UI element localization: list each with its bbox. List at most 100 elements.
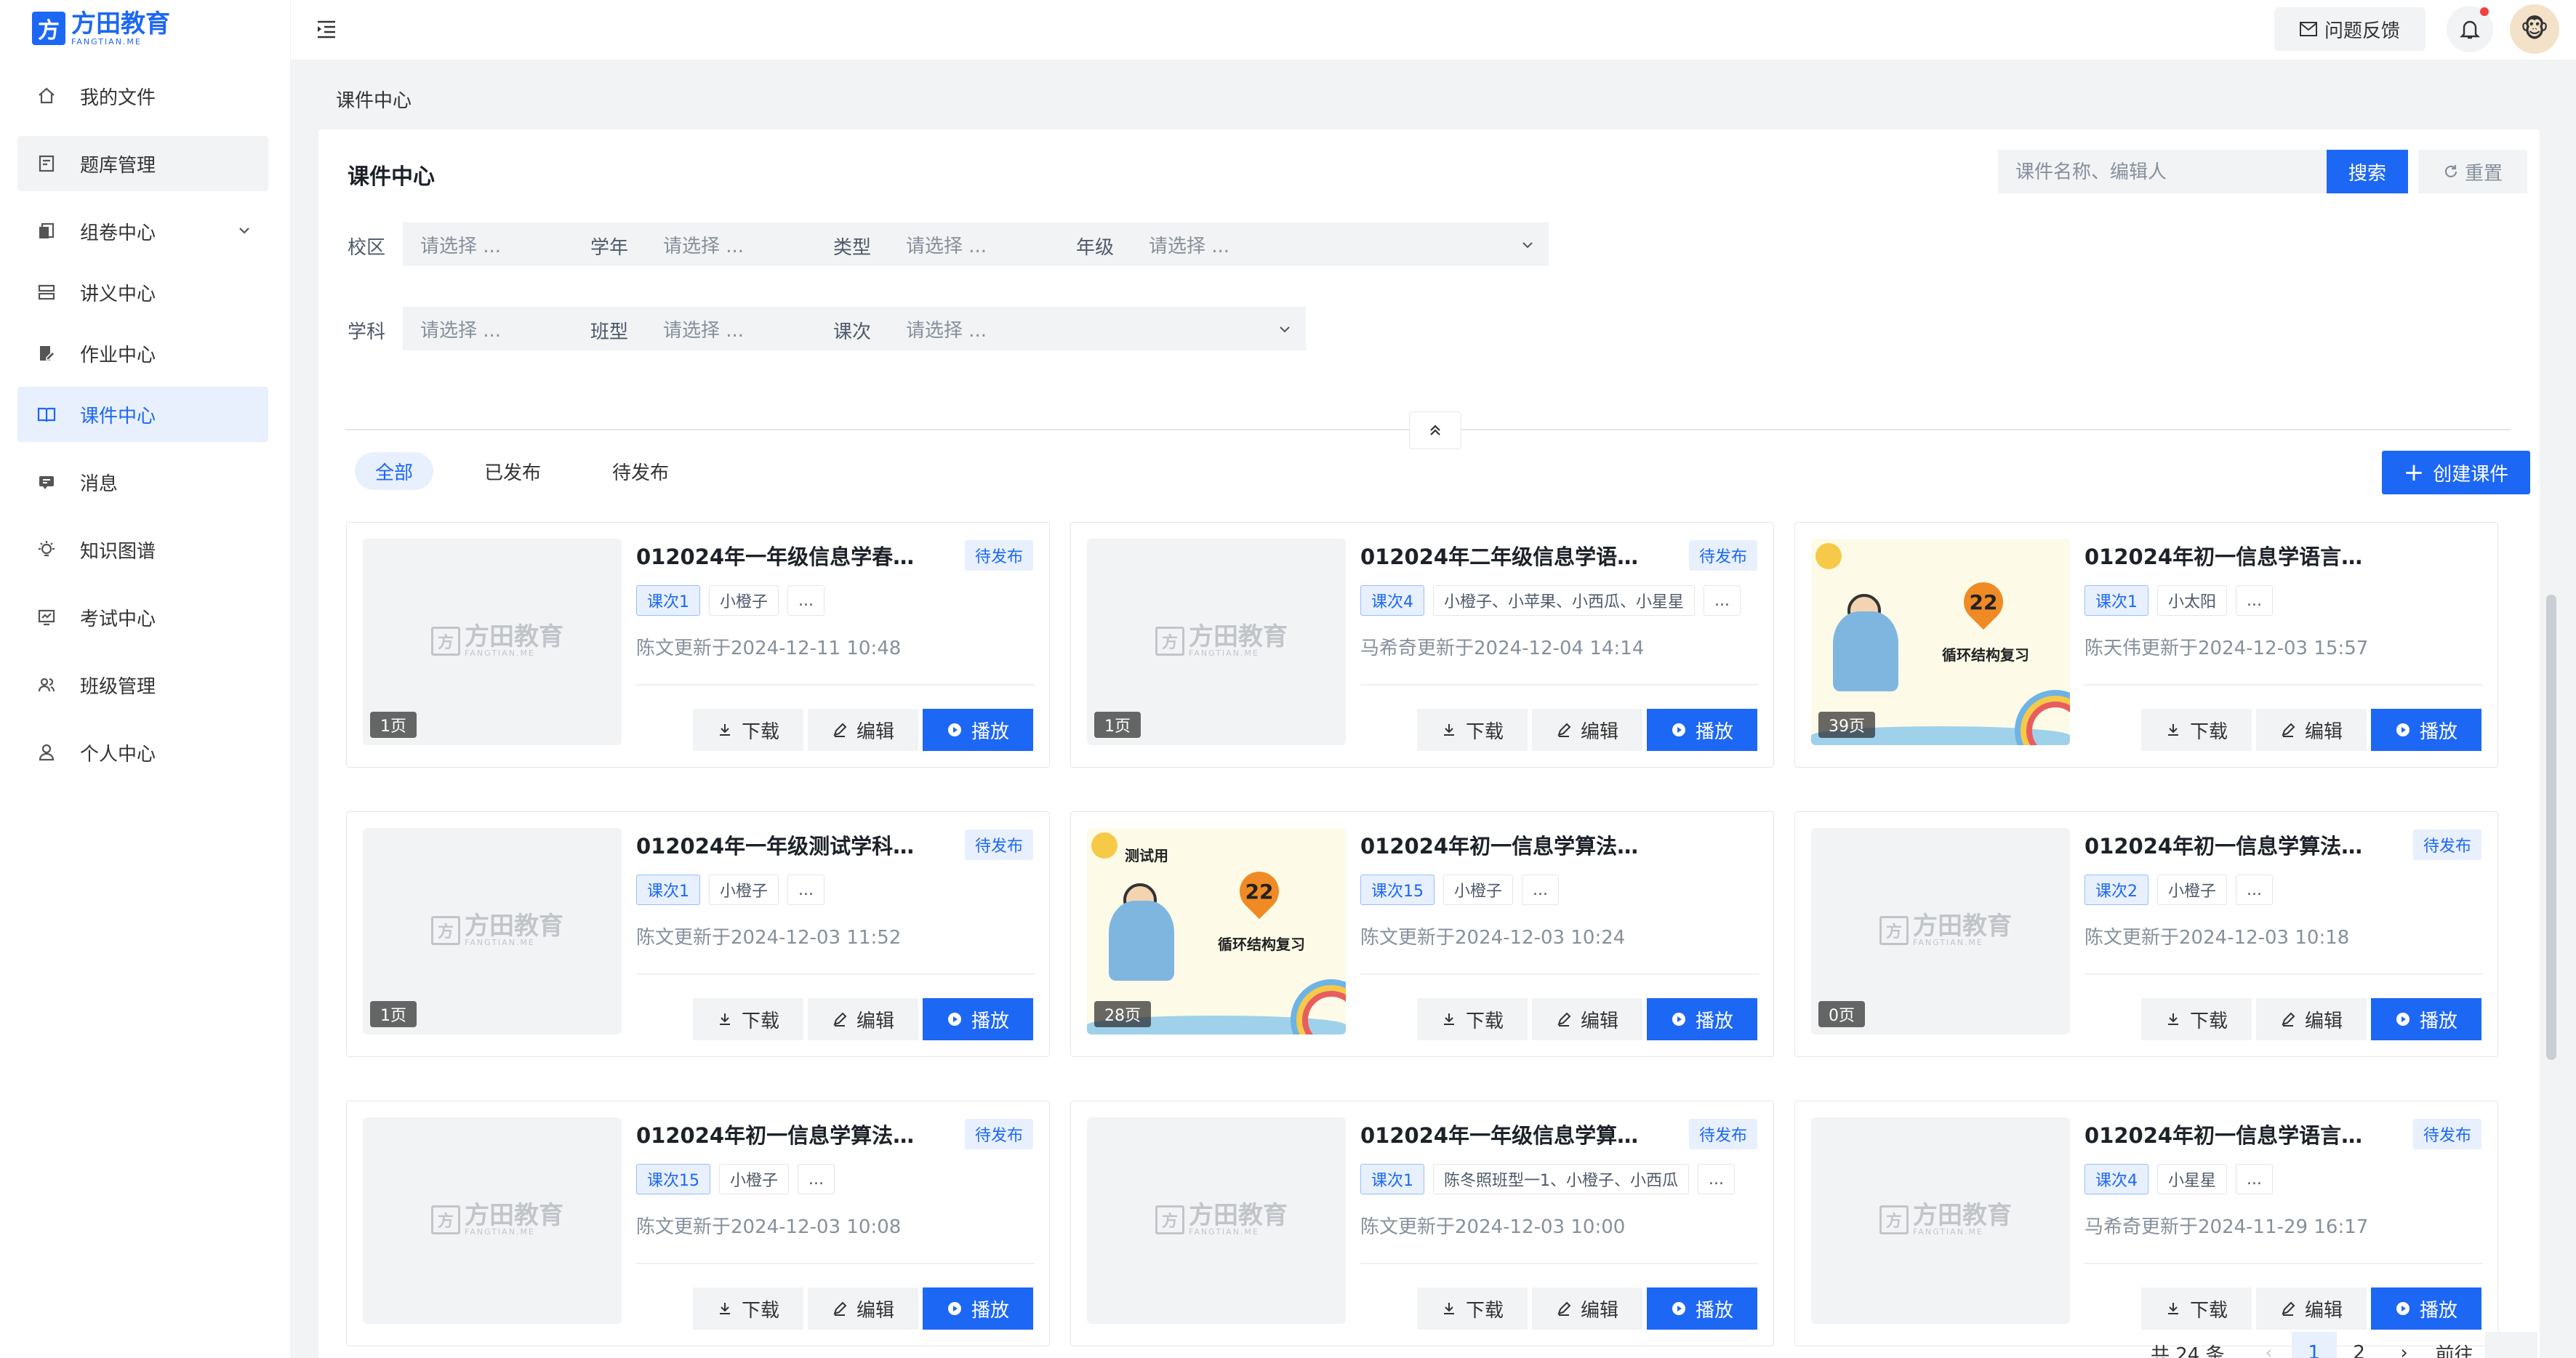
prev-page-button[interactable]: ‹ (2247, 1332, 2292, 1358)
sidebar-item-6[interactable]: 消息 (17, 454, 268, 510)
play-button[interactable]: 播放 (2371, 998, 2481, 1040)
download-button[interactable]: 下载 (693, 709, 803, 751)
courseware-card[interactable]: 方方田教育 FANGTIAN.ME 1页 012024年二年级信息学语言传... 待发布… (1070, 522, 1774, 768)
courseware-card[interactable]: 22 循环结构复习 39页 012024年初一信息学语言传播暑假... 课次1 小太阳..… (1794, 522, 2498, 768)
sidebar-item-3[interactable]: 讲义中心 (17, 265, 268, 320)
sidebar-item-5[interactable]: 课件中心 (17, 387, 268, 442)
play-button[interactable]: 播放 (2371, 1287, 2481, 1330)
filter-select-3[interactable]: 请选择 ... (1131, 222, 1549, 266)
download-button[interactable]: 下载 (2141, 1287, 2252, 1330)
download-button[interactable]: 下载 (2141, 709, 2252, 751)
sidebar-item-7[interactable]: 知识图谱 (17, 522, 268, 577)
courseware-card[interactable]: 方方田教育 FANGTIAN.ME 012024年一年级信息学算法春... 待发布 课次… (1070, 1101, 1774, 1346)
sidebar-item-9[interactable]: 班级管理 (17, 657, 268, 712)
download-button[interactable]: 下载 (1417, 998, 1528, 1040)
sidebar-item-1[interactable]: 题库管理 (17, 136, 268, 191)
courseware-card[interactable]: 方方田教育 FANGTIAN.ME 012024年初一信息学语言传播... 待发布 课次… (1794, 1101, 2498, 1346)
courseware-title[interactable]: 012024年一年级信息学春季课... (636, 540, 934, 571)
courseware-card[interactable]: 方方田教育 FANGTIAN.ME 1页 012024年一年级信息学春季课... 待发布… (346, 522, 1050, 768)
edit-button[interactable]: 编辑 (1532, 1287, 1642, 1330)
play-button[interactable]: 播放 (1647, 998, 1757, 1040)
collapse-filters-button[interactable] (1409, 411, 1461, 449)
edit-button[interactable]: 编辑 (808, 998, 918, 1040)
courseware-card[interactable]: 方方田教育 FANGTIAN.ME 0页 012024年初一信息学算法寒假... 待发布… (1794, 811, 2498, 1057)
tab-2[interactable]: 待发布 (592, 452, 689, 490)
courseware-title[interactable]: 012024年二年级信息学语言传... (1360, 540, 1658, 571)
edit-button[interactable]: 编辑 (2256, 1287, 2367, 1330)
courseware-card[interactable]: 方方田教育 FANGTIAN.ME 012024年初一信息学算法寒假... 待发布 课次… (346, 1101, 1050, 1346)
lesson-tag: 课次2 (2085, 875, 2148, 905)
page-2[interactable]: 2 (2337, 1332, 2382, 1358)
more-tag[interactable]: ... (2236, 875, 2273, 905)
more-tag[interactable]: ... (798, 1164, 835, 1194)
courseware-thumbnail[interactable]: 方方田教育 FANGTIAN.ME 1页 (1087, 539, 1346, 745)
courseware-thumbnail[interactable]: 方方田教育 FANGTIAN.ME 0页 (1811, 828, 2070, 1034)
class-tag: 小橙子 (1443, 875, 1514, 905)
next-page-button[interactable]: › (2382, 1332, 2427, 1358)
more-tag[interactable]: ... (2236, 1164, 2273, 1194)
menu-fold-icon[interactable] (316, 17, 337, 42)
courseware-title[interactable]: 012024年初一信息学算法寒假... (2085, 829, 2383, 860)
tab-1[interactable]: 已发布 (464, 452, 561, 490)
courseware-card[interactable]: 测试用 22 循环结构复习 28页 012024年初一信息学算法寒假课小... 课次15 小… (1070, 811, 1774, 1057)
play-button[interactable]: 播放 (923, 998, 1033, 1040)
courseware-card[interactable]: 方方田教育 FANGTIAN.ME 1页 012024年一年级测试学科春季... 待发布… (346, 811, 1050, 1057)
tab-0[interactable]: 全部 (355, 452, 434, 490)
courseware-title[interactable]: 012024年初一信息学语言传播暑假... (2085, 540, 2383, 571)
create-courseware-button[interactable]: + 创建课件 (2382, 451, 2530, 494)
more-tag[interactable]: ... (787, 875, 824, 905)
sidebar-item-4[interactable]: 作业中心 (17, 326, 268, 381)
courseware-title[interactable]: 012024年初一信息学算法寒假... (636, 1119, 934, 1149)
sidebar-item-8[interactable]: 考试中心 (17, 590, 268, 645)
more-tag[interactable]: ... (1704, 585, 1741, 616)
play-icon (947, 723, 961, 736)
play-button[interactable]: 播放 (2371, 709, 2481, 751)
play-button[interactable]: 播放 (1647, 709, 1757, 751)
page-1[interactable]: 1 (2291, 1332, 2337, 1358)
courseware-thumbnail[interactable]: 测试用 22 循环结构复习 28页 (1087, 828, 1346, 1034)
reset-button[interactable]: 重置 (2418, 150, 2527, 193)
courseware-title[interactable]: 012024年一年级测试学科春季... (636, 829, 934, 860)
filter-select-6[interactable]: 请选择 ... (888, 307, 1306, 350)
play-button[interactable]: 播放 (923, 1287, 1033, 1330)
download-button[interactable]: 下载 (1417, 709, 1528, 751)
goto-page-input[interactable] (2484, 1332, 2537, 1358)
notification-bell[interactable] (2447, 6, 2493, 52)
logo[interactable]: 方 方田教育 FANGTIAN.ME (32, 10, 170, 47)
scrollbar[interactable] (2546, 595, 2556, 1060)
play-button[interactable]: 播放 (923, 709, 1033, 751)
feedback-button[interactable]: 问题反馈 (2274, 7, 2425, 51)
update-info: 陈文更新于2024-12-03 11:52 (636, 927, 902, 949)
download-button[interactable]: 下载 (693, 998, 803, 1040)
courseware-thumbnail[interactable]: 方方田教育 FANGTIAN.ME 1页 (363, 828, 622, 1034)
more-tag[interactable]: ... (787, 585, 824, 616)
avatar[interactable]: 🐵 (2510, 4, 2559, 54)
courseware-thumbnail[interactable]: 方方田教育 FANGTIAN.ME (1087, 1117, 1346, 1324)
courseware-title[interactable]: 012024年初一信息学算法寒假课小... (1360, 829, 1658, 860)
edit-button[interactable]: 编辑 (2256, 998, 2367, 1040)
edit-button[interactable]: 编辑 (808, 1287, 918, 1330)
more-tag[interactable]: ... (1698, 1164, 1735, 1194)
edit-button[interactable]: 编辑 (2256, 709, 2367, 751)
edit-button[interactable]: 编辑 (1532, 998, 1642, 1040)
download-button[interactable]: 下载 (1417, 1287, 1528, 1330)
courseware-title[interactable]: 012024年一年级信息学算法春... (1360, 1119, 1658, 1149)
courseware-thumbnail[interactable]: 方方田教育 FANGTIAN.ME (1811, 1117, 2070, 1324)
sidebar-item-10[interactable]: 个人中心 (17, 725, 268, 780)
courseware-title[interactable]: 012024年初一信息学语言传播... (2085, 1119, 2383, 1149)
search-button[interactable]: 搜索 (2327, 150, 2408, 193)
courseware-thumbnail[interactable]: 方方田教育 FANGTIAN.ME 1页 (363, 539, 622, 745)
sidebar-item-0[interactable]: 我的文件 (17, 68, 268, 124)
play-button[interactable]: 播放 (1647, 1287, 1757, 1330)
search-input[interactable] (1998, 150, 2332, 193)
download-button[interactable]: 下载 (2141, 998, 2252, 1040)
download-button[interactable]: 下载 (693, 1287, 803, 1330)
courseware-thumbnail[interactable]: 22 循环结构复习 39页 (1811, 539, 2070, 745)
more-tag[interactable]: ... (1522, 875, 1559, 905)
courseware-thumbnail[interactable]: 方方田教育 FANGTIAN.ME (363, 1117, 622, 1324)
sidebar-item-2[interactable]: 组卷中心 (17, 204, 268, 259)
edit-button[interactable]: 编辑 (808, 709, 918, 751)
edit-button[interactable]: 编辑 (1532, 709, 1642, 751)
more-tag[interactable]: ... (2236, 585, 2273, 616)
plus-icon: + (2403, 458, 2425, 487)
